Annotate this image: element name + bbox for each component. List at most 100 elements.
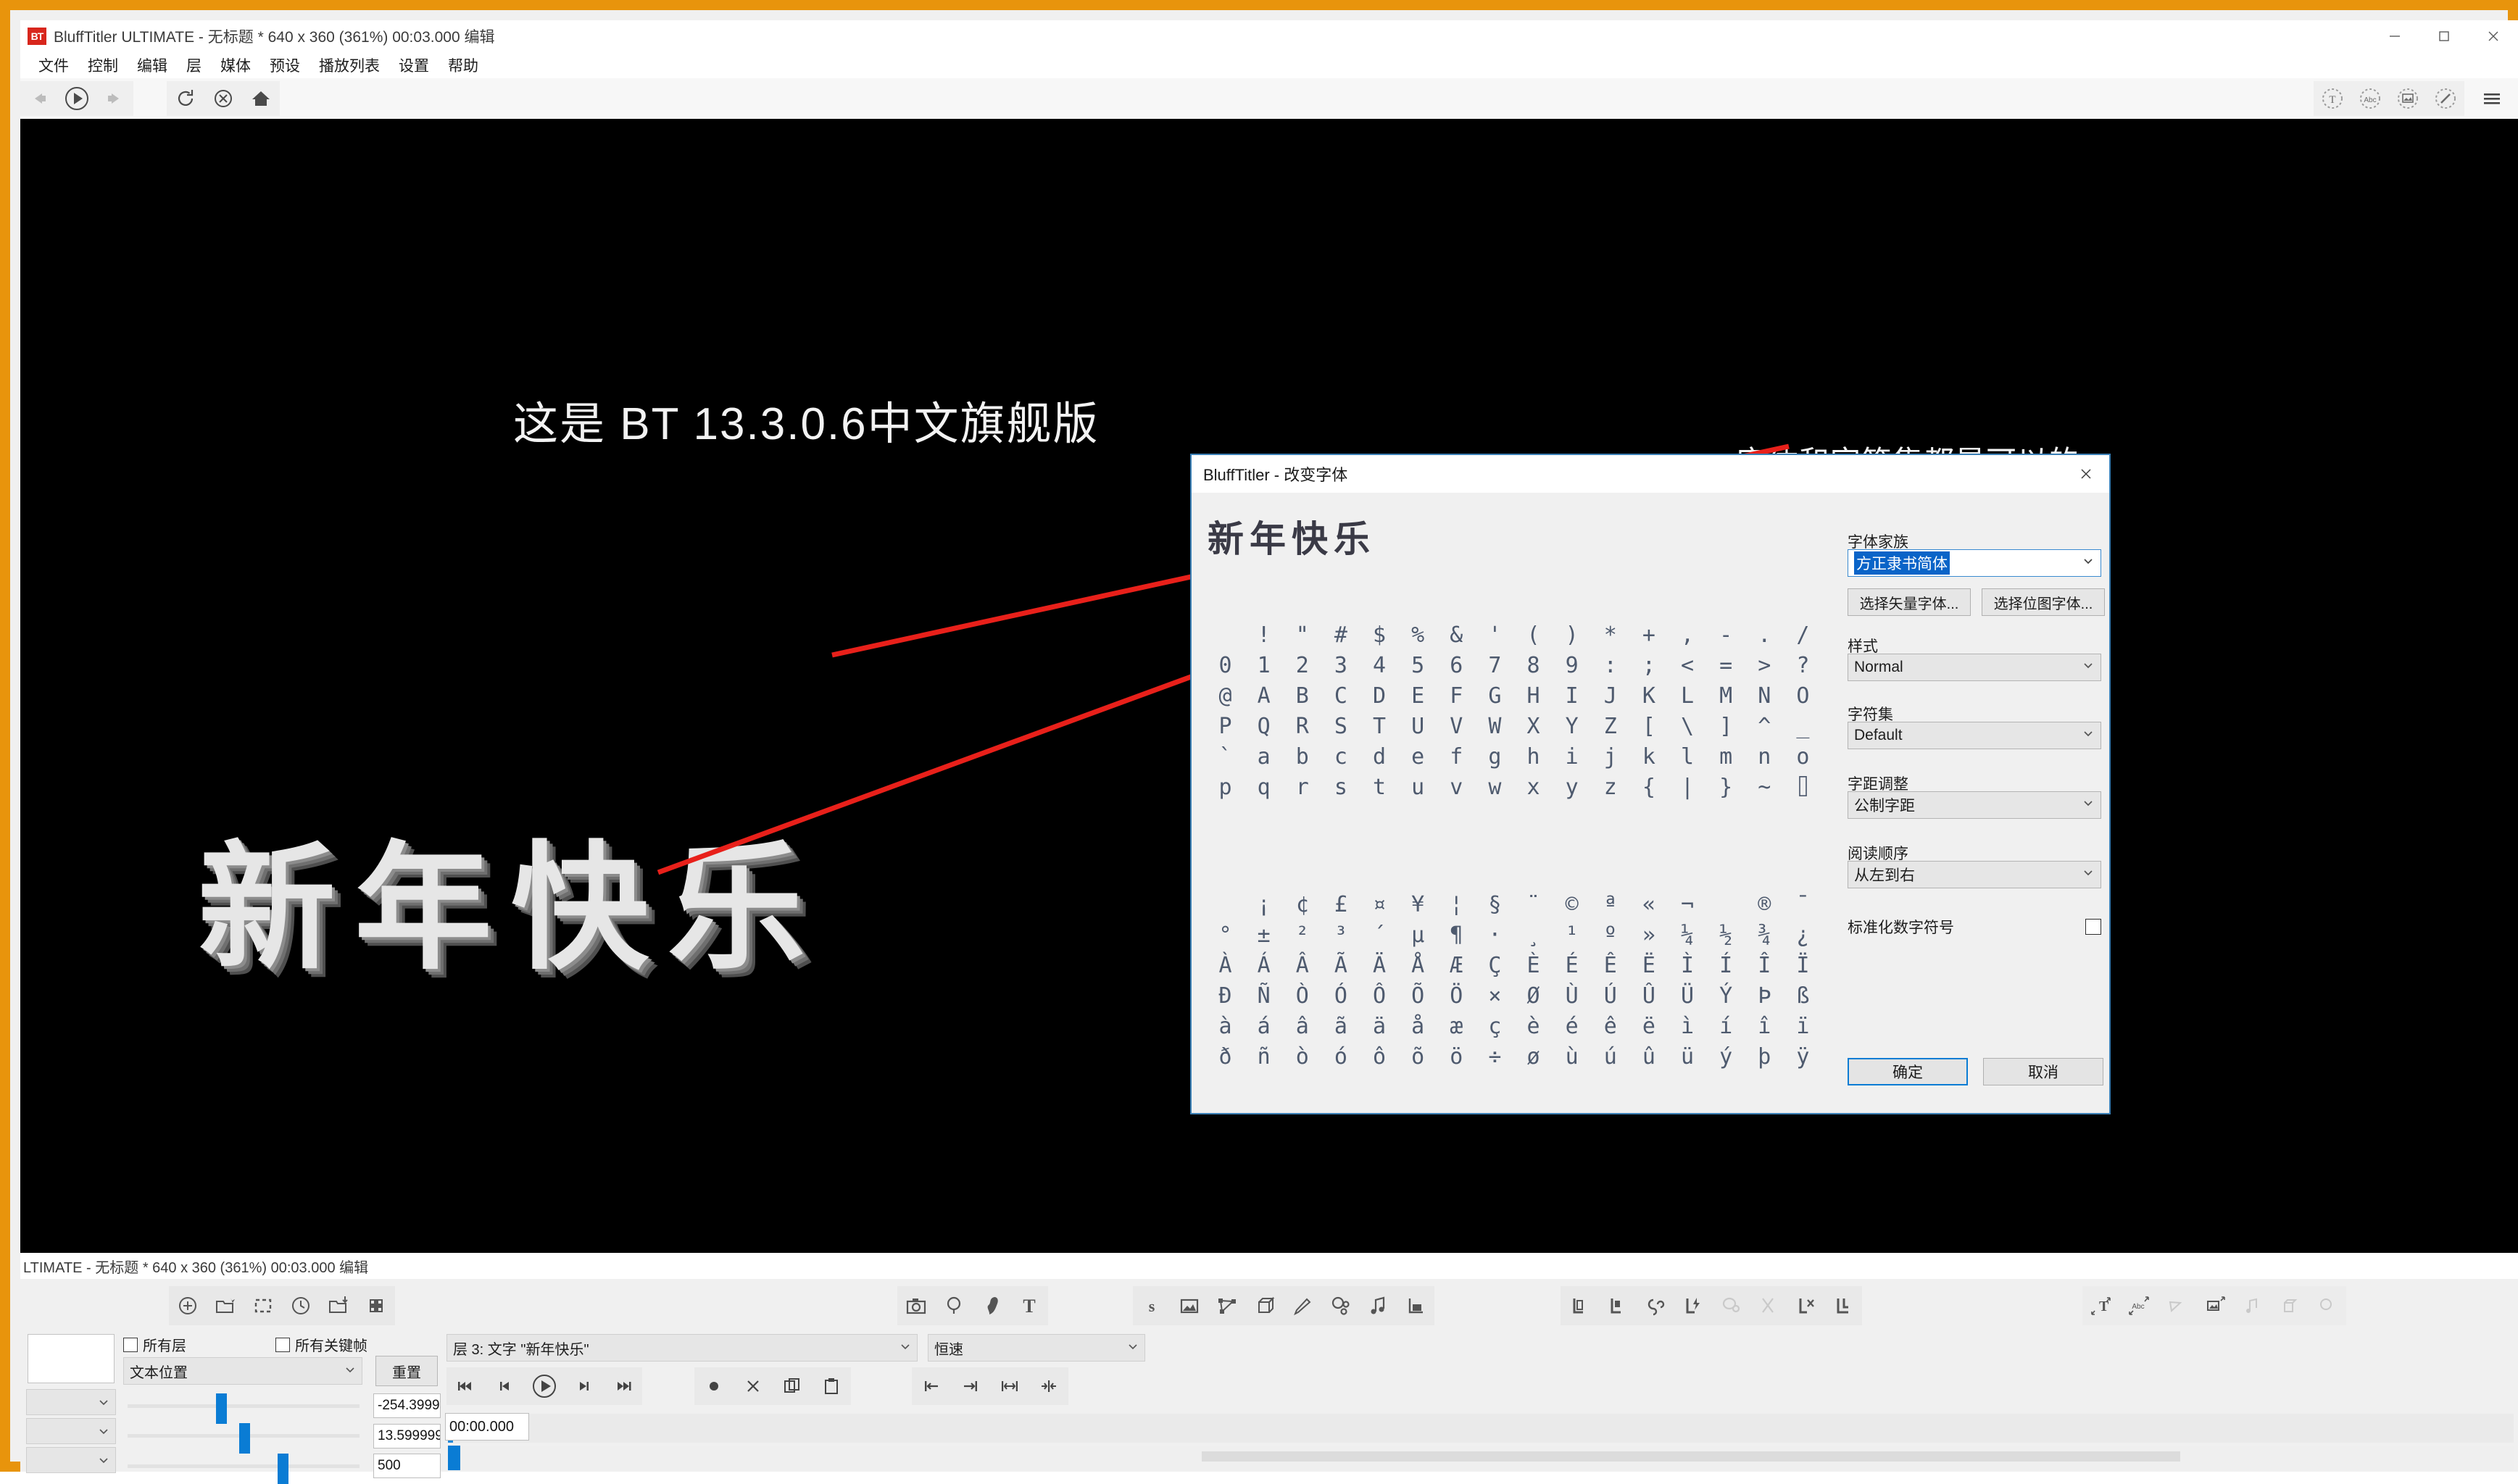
- char-cell[interactable]: ±: [1245, 920, 1283, 951]
- char-cell[interactable]: æ: [1437, 1012, 1476, 1042]
- slider-y[interactable]: [128, 1423, 360, 1454]
- char-cell[interactable]: c: [1321, 742, 1360, 772]
- bubble-icon[interactable]: [1321, 1286, 1359, 1325]
- char-cell[interactable]: ø: [1514, 1042, 1553, 1072]
- char-cell[interactable]: y: [1553, 772, 1591, 803]
- char-cell[interactable]: d: [1360, 742, 1399, 772]
- property-select[interactable]: 文本位置: [123, 1357, 362, 1385]
- char-cell[interactable]: Ö: [1437, 981, 1476, 1012]
- char-cell[interactable]: %: [1399, 620, 1437, 651]
- char-cell[interactable]: ñ: [1245, 1042, 1283, 1072]
- menu-item-layer[interactable]: 层: [177, 53, 211, 78]
- forward-to-end-icon[interactable]: [603, 1367, 642, 1405]
- char-cell[interactable]: á: [1245, 1012, 1283, 1042]
- char-cell[interactable]: R: [1283, 712, 1321, 742]
- cube-icon[interactable]: [1246, 1286, 1284, 1325]
- char-cell[interactable]: X: [1514, 712, 1553, 742]
- menu-item-preset[interactable]: 预设: [260, 53, 309, 78]
- menu-item-file[interactable]: 文件: [29, 53, 78, 78]
- char-cell[interactable]: ´: [1360, 920, 1399, 951]
- minimize-icon[interactable]: [2370, 20, 2419, 52]
- char-cell[interactable]: k: [1629, 742, 1668, 772]
- paste-keyframe-icon[interactable]: [812, 1367, 851, 1405]
- char-cell[interactable]: I: [1553, 681, 1591, 712]
- character-map-ascii[interactable]: ! " # $% & '() * +, -./ 0 1 2 3 4 5 6 7 8 9:; < = >? @ A B C D E F G H…: [1206, 620, 1822, 803]
- text-effect-icon[interactable]: T: [2314, 81, 2351, 116]
- char-cell[interactable]: º: [1591, 920, 1629, 951]
- char-cell[interactable]: í: [1707, 1012, 1745, 1042]
- char-cell[interactable]: ¢: [1283, 890, 1321, 920]
- char-cell[interactable]: ·: [1476, 920, 1514, 951]
- text-icon[interactable]: T: [1010, 1286, 1048, 1325]
- anim-abc-icon[interactable]: Abc: [2120, 1286, 2158, 1325]
- char-cell[interactable]: é: [1553, 1012, 1591, 1042]
- anim-text-icon[interactable]: T: [2082, 1286, 2120, 1325]
- char-cell[interactable]: M: [1707, 681, 1745, 712]
- char-cell[interactable]: °: [1206, 920, 1245, 951]
- cancel-button[interactable]: 取消: [1983, 1058, 2103, 1085]
- char-cell[interactable]: F: [1437, 681, 1476, 712]
- anim-audio-icon[interactable]: [2233, 1286, 2271, 1325]
- duplicate-layer-icon[interactable]: [244, 1286, 282, 1325]
- char-cell[interactable]: =: [1707, 651, 1745, 681]
- char-cell[interactable]: C: [1321, 681, 1360, 712]
- char-cell[interactable]: µ: [1399, 920, 1437, 951]
- trim-end-icon[interactable]: [951, 1367, 990, 1405]
- char-cell[interactable]: ¿: [1784, 920, 1822, 951]
- char-cell[interactable]: ÿ: [1784, 1042, 1822, 1072]
- char-cell[interactable]: ó: [1321, 1042, 1360, 1072]
- char-cell[interactable]: D: [1360, 681, 1399, 712]
- char-cell[interactable]: p: [1206, 772, 1245, 803]
- select-bitmap-font-button[interactable]: 选择位图字体...: [1982, 588, 2105, 616]
- char-cell[interactable]: #: [1321, 620, 1360, 651]
- char-cell[interactable]: 7: [1476, 651, 1514, 681]
- char-cell[interactable]: Ò: [1283, 981, 1321, 1012]
- color-swatch[interactable]: [28, 1334, 115, 1383]
- reload-icon[interactable]: [167, 81, 204, 116]
- layer-flash-icon[interactable]: [1674, 1286, 1711, 1325]
- char-cell[interactable]: Ä: [1360, 951, 1399, 981]
- char-cell[interactable]: ð: [1206, 1042, 1245, 1072]
- char-cell[interactable]: ®: [1745, 890, 1784, 920]
- char-cell[interactable]: !: [1245, 620, 1283, 651]
- camera-icon[interactable]: [897, 1286, 935, 1325]
- slider-thumb[interactable]: [278, 1454, 288, 1484]
- char-cell[interactable]: 6: [1437, 651, 1476, 681]
- char-cell[interactable]: Y: [1553, 712, 1591, 742]
- blob-icon[interactable]: [973, 1286, 1010, 1325]
- char-cell[interactable]: ß: [1784, 981, 1822, 1012]
- char-cell[interactable]: ü: [1669, 1042, 1707, 1072]
- char-cell[interactable]: [1206, 620, 1245, 651]
- char-cell[interactable]: Í: [1707, 951, 1745, 981]
- char-cell[interactable]: 1: [1245, 651, 1283, 681]
- char-cell[interactable]: £: [1321, 890, 1360, 920]
- char-cell[interactable]: Ñ: [1245, 981, 1283, 1012]
- reset-button[interactable]: 重置: [375, 1356, 438, 1386]
- char-cell[interactable]: «: [1629, 890, 1668, 920]
- menu-item-edit[interactable]: 编辑: [128, 53, 177, 78]
- timeline-marker[interactable]: [448, 1446, 460, 1470]
- char-cell[interactable]: à: [1206, 1012, 1245, 1042]
- rewind-to-start-icon[interactable]: [446, 1367, 486, 1405]
- char-cell[interactable]: 8: [1514, 651, 1553, 681]
- anim-more-icon[interactable]: [2309, 1286, 2346, 1325]
- char-cell[interactable]: z: [1591, 772, 1629, 803]
- close-icon[interactable]: [2469, 20, 2518, 52]
- char-cell[interactable]: j: [1591, 742, 1629, 772]
- timing-layer-icon[interactable]: [282, 1286, 320, 1325]
- char-cell[interactable]: ú: [1591, 1042, 1629, 1072]
- char-cell[interactable]: $: [1360, 620, 1399, 651]
- char-cell[interactable]: û: [1629, 1042, 1668, 1072]
- char-cell[interactable]: o: [1784, 742, 1822, 772]
- timeline-scrollbar[interactable]: [448, 1446, 2514, 1470]
- menu-item-control[interactable]: 控制: [78, 53, 128, 78]
- timeline-scroll-thumb[interactable]: [1202, 1451, 2180, 1462]
- char-cell[interactable]: Ø: [1514, 981, 1553, 1012]
- char-cell[interactable]: ¯: [1784, 890, 1822, 920]
- char-cell[interactable]: ,: [1669, 620, 1707, 651]
- char-cell[interactable]: ì: [1669, 1012, 1707, 1042]
- anim-plasma-icon[interactable]: [2158, 1286, 2195, 1325]
- close-icon[interactable]: [2063, 455, 2109, 493]
- char-cell[interactable]: Á: [1245, 951, 1283, 981]
- char-cell[interactable]: ê: [1591, 1012, 1629, 1042]
